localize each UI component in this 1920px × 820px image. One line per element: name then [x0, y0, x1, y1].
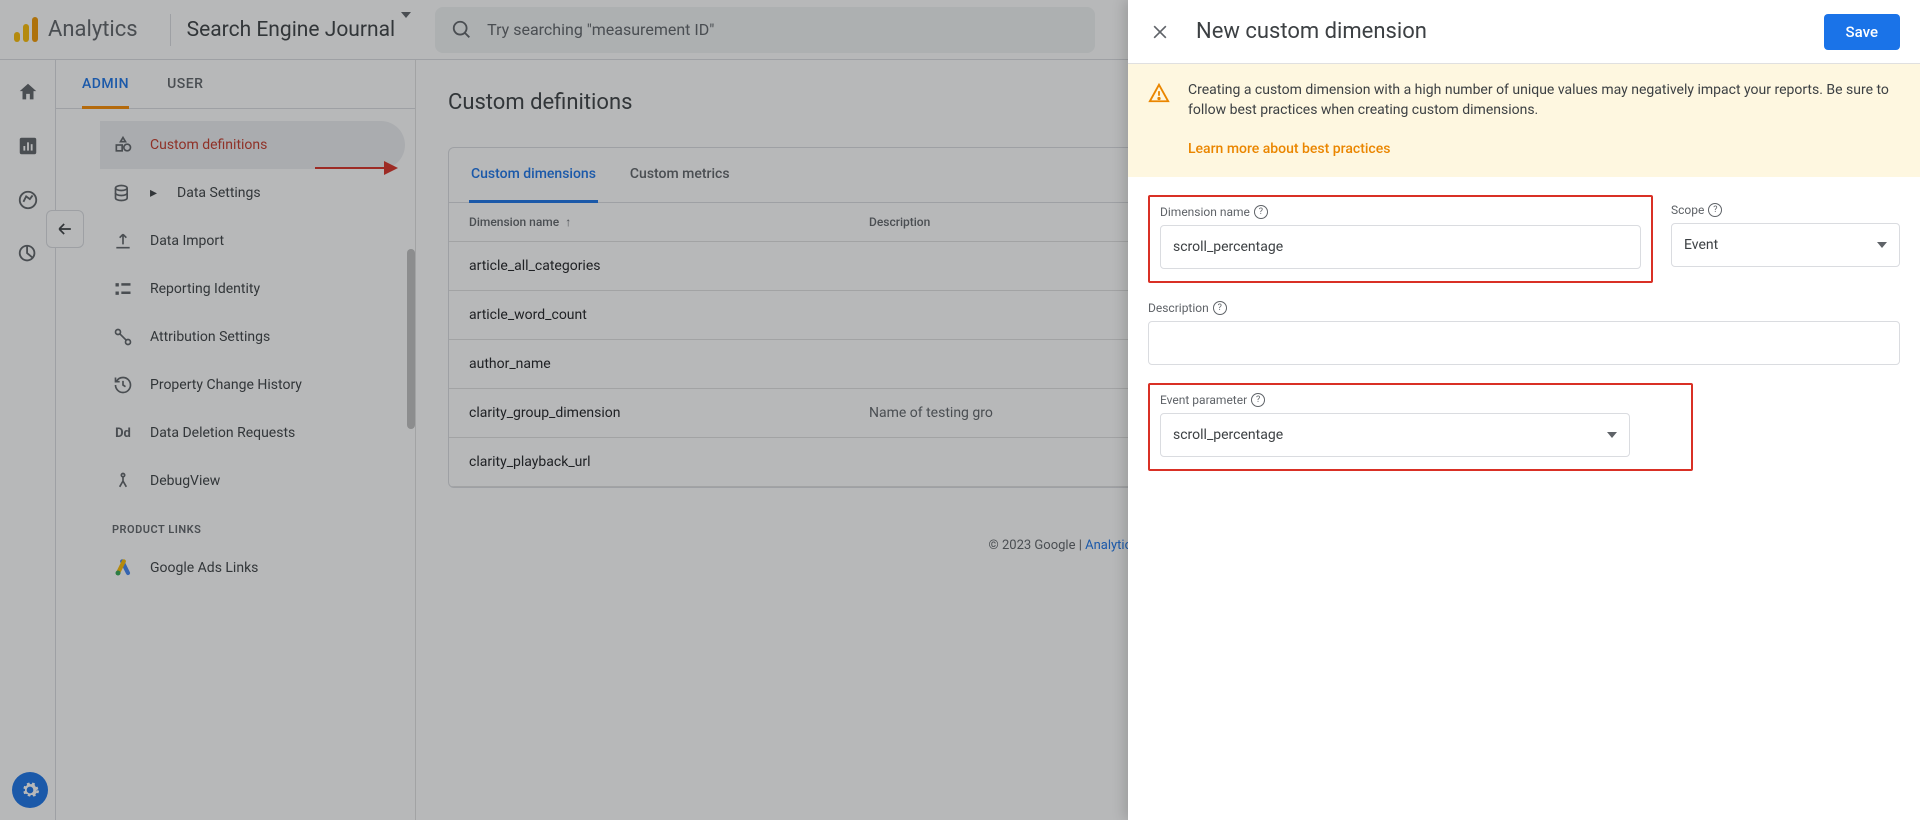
warning-icon	[1148, 82, 1170, 104]
close-button[interactable]	[1148, 20, 1172, 44]
dimension-name-input[interactable]	[1160, 225, 1641, 269]
description-input[interactable]	[1148, 321, 1900, 365]
chevron-down-icon	[1607, 432, 1617, 438]
save-button[interactable]: Save	[1824, 14, 1900, 50]
label-dimension-name: Dimension name?	[1160, 205, 1641, 219]
warning-text: Creating a custom dimension with a high …	[1188, 82, 1889, 118]
help-icon[interactable]: ?	[1213, 301, 1227, 315]
label-event-parameter: Event parameter?	[1160, 393, 1681, 407]
help-icon[interactable]: ?	[1251, 393, 1265, 407]
label-description: Description?	[1148, 301, 1900, 315]
event-parameter-select[interactable]: scroll_percentage	[1160, 413, 1630, 457]
help-icon[interactable]: ?	[1708, 203, 1722, 217]
help-icon[interactable]: ?	[1254, 205, 1268, 219]
chevron-down-icon	[1877, 242, 1887, 248]
new-dimension-sheet: New custom dimension Save Creating a cus…	[1128, 0, 1920, 820]
sheet-title: New custom dimension	[1196, 19, 1804, 44]
scope-select[interactable]: Event	[1671, 223, 1900, 267]
label-scope: Scope?	[1671, 203, 1900, 217]
warning-banner: Creating a custom dimension with a high …	[1128, 64, 1920, 177]
highlight-event-parameter: Event parameter? scroll_percentage	[1148, 383, 1693, 471]
warning-link[interactable]: Learn more about best practices	[1188, 139, 1900, 159]
close-icon	[1150, 22, 1170, 42]
highlight-dimension-name: Dimension name?	[1148, 195, 1653, 283]
